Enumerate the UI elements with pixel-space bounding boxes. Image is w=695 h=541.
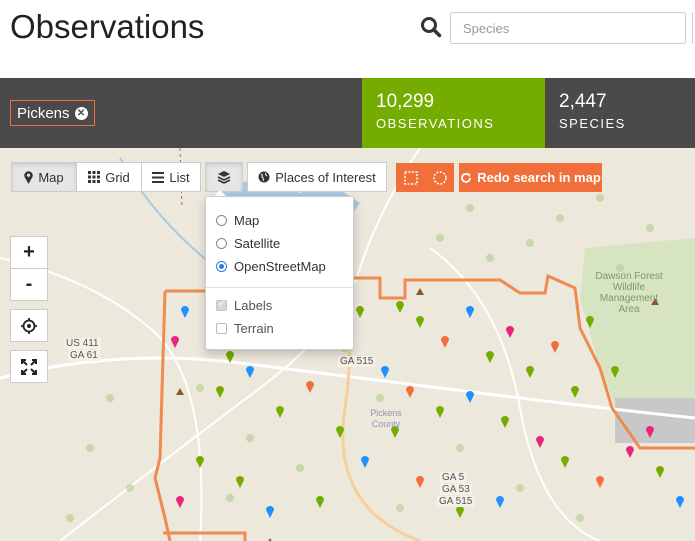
terrain-option[interactable]: Terrain [216,321,274,336]
circle-select-icon [432,170,447,185]
layer-option-satellite[interactable]: Satellite [216,236,280,251]
grid-icon [88,171,101,183]
route-label-us411: US 411 [64,338,101,349]
expand-icon [21,358,37,375]
layer-option-openstreetmap[interactable]: OpenStreetMap [216,259,326,274]
list-view-label: List [169,169,190,185]
layers-menu: Map Satellite OpenStreetMap Labels Terra… [205,196,354,350]
observations-stat[interactable]: 10,299 OBSERVATIONS [362,78,545,148]
terrain-option-label: Terrain [234,321,274,336]
menu-divider [206,287,353,288]
route-label-ga53: GA 53 [440,484,472,495]
route-label-ga515-bottom: GA 515 [437,496,475,507]
observations-count: 10,299 [376,91,435,112]
layers-button[interactable] [205,162,243,192]
layer-radio-openstreetmap[interactable] [216,261,227,272]
layer-option-map[interactable]: Map [216,213,259,228]
redo-search-button[interactable]: Redo search in map [459,163,602,192]
route-label-ga61: GA 61 [68,350,100,361]
globe-icon [258,171,270,183]
fullscreen-button[interactable] [10,350,48,383]
county-label: Pickens County [370,408,402,429]
layer-radio-satellite[interactable] [216,238,227,249]
species-stat[interactable]: 2,447 SPECIES [545,78,695,148]
zoom-in-button[interactable]: + [10,236,48,269]
map-view-label: Map [38,169,64,185]
species-search-input[interactable] [450,12,686,44]
list-icon [152,171,165,183]
draw-circle-button[interactable] [425,163,454,192]
redo-search-label: Redo search in map [477,170,601,185]
place-filter-chip[interactable]: Pickens ✕ [10,100,95,126]
header: Observations [0,0,695,78]
layer-option-map-label: Map [234,213,260,228]
places-of-interest-label: Places of Interest [275,169,376,185]
layer-option-openstreetmap-label: OpenStreetMap [234,259,326,274]
grid-view-button[interactable]: Grid [76,162,142,192]
remove-place-icon[interactable]: ✕ [74,106,88,120]
zoom-out-button[interactable]: - [10,268,48,301]
list-view-button[interactable]: List [141,162,201,192]
layers-icon [217,171,231,184]
species-label: SPECIES [559,116,626,131]
route-label-ga515-top: GA 515 [338,356,376,367]
draw-rectangle-button[interactable] [396,163,425,192]
species-count: 2,447 [559,91,607,112]
labels-option[interactable]: Labels [216,298,272,313]
layer-radio-map[interactable] [216,215,227,226]
place-filter-label: Pickens [17,104,70,122]
terrain-checkbox[interactable] [216,323,227,334]
page-title: Observations [10,8,205,45]
current-location-button[interactable] [10,309,48,342]
refresh-icon [461,172,472,183]
forest-label: Dawson Forest Wildlife Management Area [595,271,663,315]
map-marker-icon [24,170,34,184]
labels-checkbox[interactable] [216,298,227,311]
map-view-button[interactable]: Map [11,162,77,192]
rectangle-select-icon [403,170,418,185]
labels-option-label: Labels [234,298,273,313]
route-label-ga5: GA 5 [440,472,467,483]
observations-label: OBSERVATIONS [376,116,495,131]
layer-option-satellite-label: Satellite [234,236,281,251]
search-icon[interactable] [420,16,442,38]
grid-view-label: Grid [105,169,130,185]
crosshair-icon [21,317,37,334]
places-of-interest-button[interactable]: Places of Interest [247,162,387,192]
